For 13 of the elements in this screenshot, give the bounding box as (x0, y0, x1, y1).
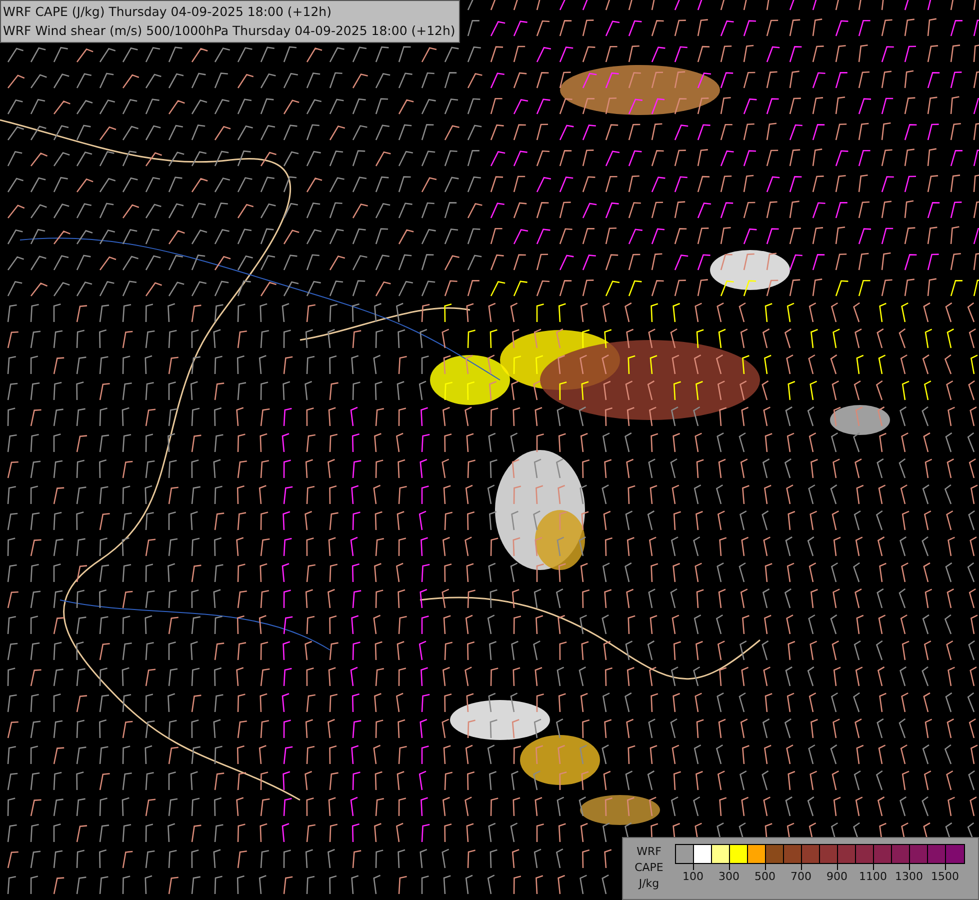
scale-label: 500 (754, 870, 776, 883)
scale-label: 700 (790, 870, 812, 883)
scale-label: 1300 (895, 870, 923, 883)
scale-label: 100 (682, 870, 704, 883)
map-title: WRF CAPE (J/kg) Thursday 04-09-2025 18:00 (+12h) (3, 3, 332, 21)
scale-label: 1500 (931, 870, 959, 883)
legend-label: J/kg (638, 876, 660, 892)
scale-label: 300 (718, 870, 740, 883)
legend-label: CAPE (634, 860, 664, 876)
map-title: WRF Wind shear (m/s) 500/1000hPa Thursday 04-09-2025 18:00 (+12h) (3, 22, 456, 40)
legend-label: WRF (636, 844, 662, 860)
scale-label: 1100 (859, 870, 887, 883)
scale-label: 900 (826, 870, 848, 883)
